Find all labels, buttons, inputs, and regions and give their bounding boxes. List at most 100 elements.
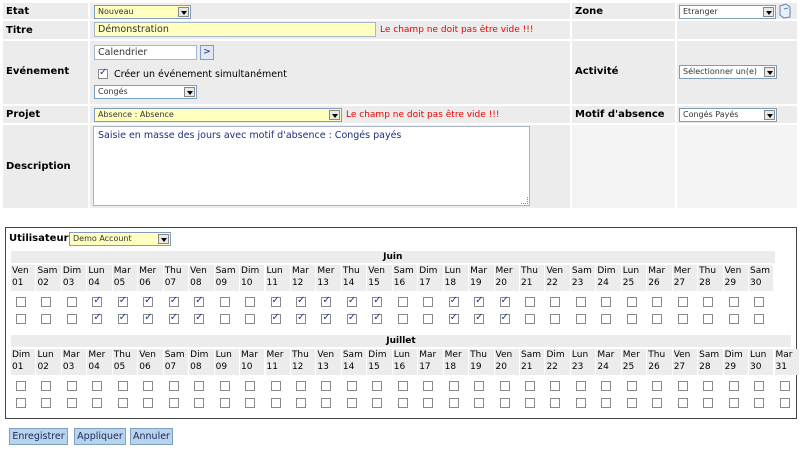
cancel-button[interactable]: Annuler bbox=[130, 428, 173, 445]
day-checkbox-pm[interactable] bbox=[423, 314, 434, 324]
day-checkbox-am[interactable] bbox=[270, 295, 281, 307]
day-checkbox-am[interactable] bbox=[321, 295, 332, 307]
day-checkbox-pm[interactable] bbox=[372, 398, 383, 408]
day-checkbox-pm[interactable] bbox=[16, 314, 26, 324]
description-textarea[interactable]: Saisie en masse des jours avec motif d'a… bbox=[93, 126, 530, 206]
day-checkbox-am[interactable] bbox=[143, 381, 154, 391]
day-checkbox-pm[interactable] bbox=[575, 398, 586, 408]
day-checkbox-am[interactable] bbox=[499, 381, 510, 391]
day-checkbox-am[interactable] bbox=[245, 297, 256, 307]
calendrier-go-button[interactable]: > bbox=[200, 45, 214, 60]
day-checkbox-pm[interactable] bbox=[41, 398, 52, 408]
day-checkbox-am[interactable] bbox=[16, 381, 26, 391]
day-checkbox-am[interactable] bbox=[575, 297, 586, 307]
day-checkbox-am[interactable] bbox=[423, 381, 434, 391]
day-checkbox-am[interactable] bbox=[703, 297, 714, 307]
day-checkbox-pm[interactable] bbox=[194, 398, 205, 408]
day-checkbox-am[interactable] bbox=[168, 381, 179, 391]
day-checkbox-am[interactable] bbox=[626, 381, 637, 391]
day-checkbox-pm[interactable] bbox=[499, 398, 510, 408]
day-checkbox-pm[interactable] bbox=[92, 398, 103, 408]
day-checkbox-pm[interactable] bbox=[677, 398, 688, 408]
day-checkbox-am[interactable] bbox=[499, 295, 510, 307]
day-checkbox-am[interactable] bbox=[703, 381, 714, 391]
day-checkbox-am[interactable] bbox=[346, 295, 357, 307]
day-checkbox-am[interactable] bbox=[219, 381, 230, 391]
day-checkbox-pm[interactable] bbox=[168, 312, 179, 324]
day-checkbox-pm[interactable] bbox=[423, 398, 434, 408]
day-checkbox-pm[interactable] bbox=[295, 312, 306, 324]
etat-select[interactable]: Nouveau bbox=[94, 5, 191, 19]
day-checkbox-am[interactable] bbox=[117, 295, 128, 307]
day-checkbox-am[interactable] bbox=[474, 381, 485, 391]
evenement-type-select[interactable]: Congés bbox=[94, 85, 197, 99]
day-checkbox-pm[interactable] bbox=[143, 398, 154, 408]
day-checkbox-am[interactable] bbox=[16, 297, 26, 307]
day-checkbox-pm[interactable] bbox=[295, 398, 306, 408]
day-checkbox-pm[interactable] bbox=[754, 398, 765, 408]
day-checkbox-am[interactable] bbox=[525, 297, 535, 307]
day-checkbox-am[interactable] bbox=[754, 297, 765, 307]
day-checkbox-am[interactable] bbox=[295, 381, 306, 391]
user-select[interactable]: Demo Account bbox=[69, 232, 171, 246]
day-checkbox-pm[interactable] bbox=[448, 398, 459, 408]
day-checkbox-am[interactable] bbox=[754, 381, 765, 391]
day-checkbox-pm[interactable] bbox=[245, 398, 256, 408]
day-checkbox-am[interactable] bbox=[626, 297, 637, 307]
day-checkbox-pm[interactable] bbox=[270, 312, 281, 324]
day-checkbox-pm[interactable] bbox=[677, 314, 688, 324]
day-checkbox-am[interactable] bbox=[92, 295, 103, 307]
day-checkbox-am[interactable] bbox=[66, 297, 77, 307]
day-checkbox-pm[interactable] bbox=[601, 398, 612, 408]
day-checkbox-pm[interactable] bbox=[652, 314, 663, 324]
projet-select[interactable]: Absence : Absence bbox=[94, 108, 342, 122]
day-checkbox-am[interactable] bbox=[194, 381, 205, 391]
day-checkbox-am[interactable] bbox=[550, 381, 561, 391]
day-checkbox-pm[interactable] bbox=[474, 398, 485, 408]
day-checkbox-am[interactable] bbox=[270, 381, 281, 391]
day-checkbox-pm[interactable] bbox=[550, 398, 561, 408]
day-checkbox-pm[interactable] bbox=[194, 312, 205, 324]
day-checkbox-am[interactable] bbox=[168, 295, 179, 307]
motif-select[interactable]: Congés Payés bbox=[679, 108, 777, 122]
day-checkbox-pm[interactable] bbox=[626, 398, 637, 408]
day-checkbox-am[interactable] bbox=[677, 297, 688, 307]
day-checkbox-am[interactable] bbox=[677, 381, 688, 391]
day-checkbox-am[interactable] bbox=[295, 295, 306, 307]
day-checkbox-pm[interactable] bbox=[321, 312, 332, 324]
day-checkbox-am[interactable] bbox=[219, 297, 230, 307]
day-checkbox-am[interactable] bbox=[652, 381, 663, 391]
day-checkbox-am[interactable] bbox=[194, 295, 205, 307]
day-checkbox-am[interactable] bbox=[575, 381, 586, 391]
apply-button[interactable]: Appliquer bbox=[74, 428, 126, 445]
day-checkbox-pm[interactable] bbox=[754, 314, 765, 324]
day-checkbox-pm[interactable] bbox=[448, 312, 459, 324]
day-checkbox-pm[interactable] bbox=[499, 312, 510, 324]
day-checkbox-am[interactable] bbox=[372, 295, 383, 307]
day-checkbox-am[interactable] bbox=[117, 381, 128, 391]
day-checkbox-pm[interactable] bbox=[66, 314, 77, 324]
day-checkbox-am[interactable] bbox=[550, 297, 561, 307]
day-checkbox-am[interactable] bbox=[474, 295, 485, 307]
calendrier-input[interactable]: Calendrier bbox=[94, 45, 197, 60]
day-checkbox-am[interactable] bbox=[397, 381, 408, 391]
day-checkbox-pm[interactable] bbox=[346, 398, 357, 408]
map-icon[interactable] bbox=[778, 3, 792, 19]
day-checkbox-pm[interactable] bbox=[16, 398, 26, 408]
day-checkbox-pm[interactable] bbox=[525, 314, 535, 324]
day-checkbox-pm[interactable] bbox=[270, 398, 281, 408]
day-checkbox-pm[interactable] bbox=[703, 398, 714, 408]
day-checkbox-pm[interactable] bbox=[652, 398, 663, 408]
activite-select[interactable]: Sélectionner un(e) bbox=[679, 65, 777, 79]
day-checkbox-am[interactable] bbox=[66, 381, 77, 391]
day-checkbox-pm[interactable] bbox=[219, 398, 230, 408]
day-checkbox-am[interactable] bbox=[41, 381, 52, 391]
day-checkbox-am[interactable] bbox=[245, 381, 256, 391]
day-checkbox-am[interactable] bbox=[423, 297, 434, 307]
day-checkbox-pm[interactable] bbox=[728, 314, 739, 324]
day-checkbox-am[interactable] bbox=[397, 297, 408, 307]
day-checkbox-am[interactable] bbox=[92, 381, 103, 391]
day-checkbox-pm[interactable] bbox=[703, 314, 714, 324]
day-checkbox-pm[interactable] bbox=[525, 398, 535, 408]
day-checkbox-pm[interactable] bbox=[575, 314, 586, 324]
